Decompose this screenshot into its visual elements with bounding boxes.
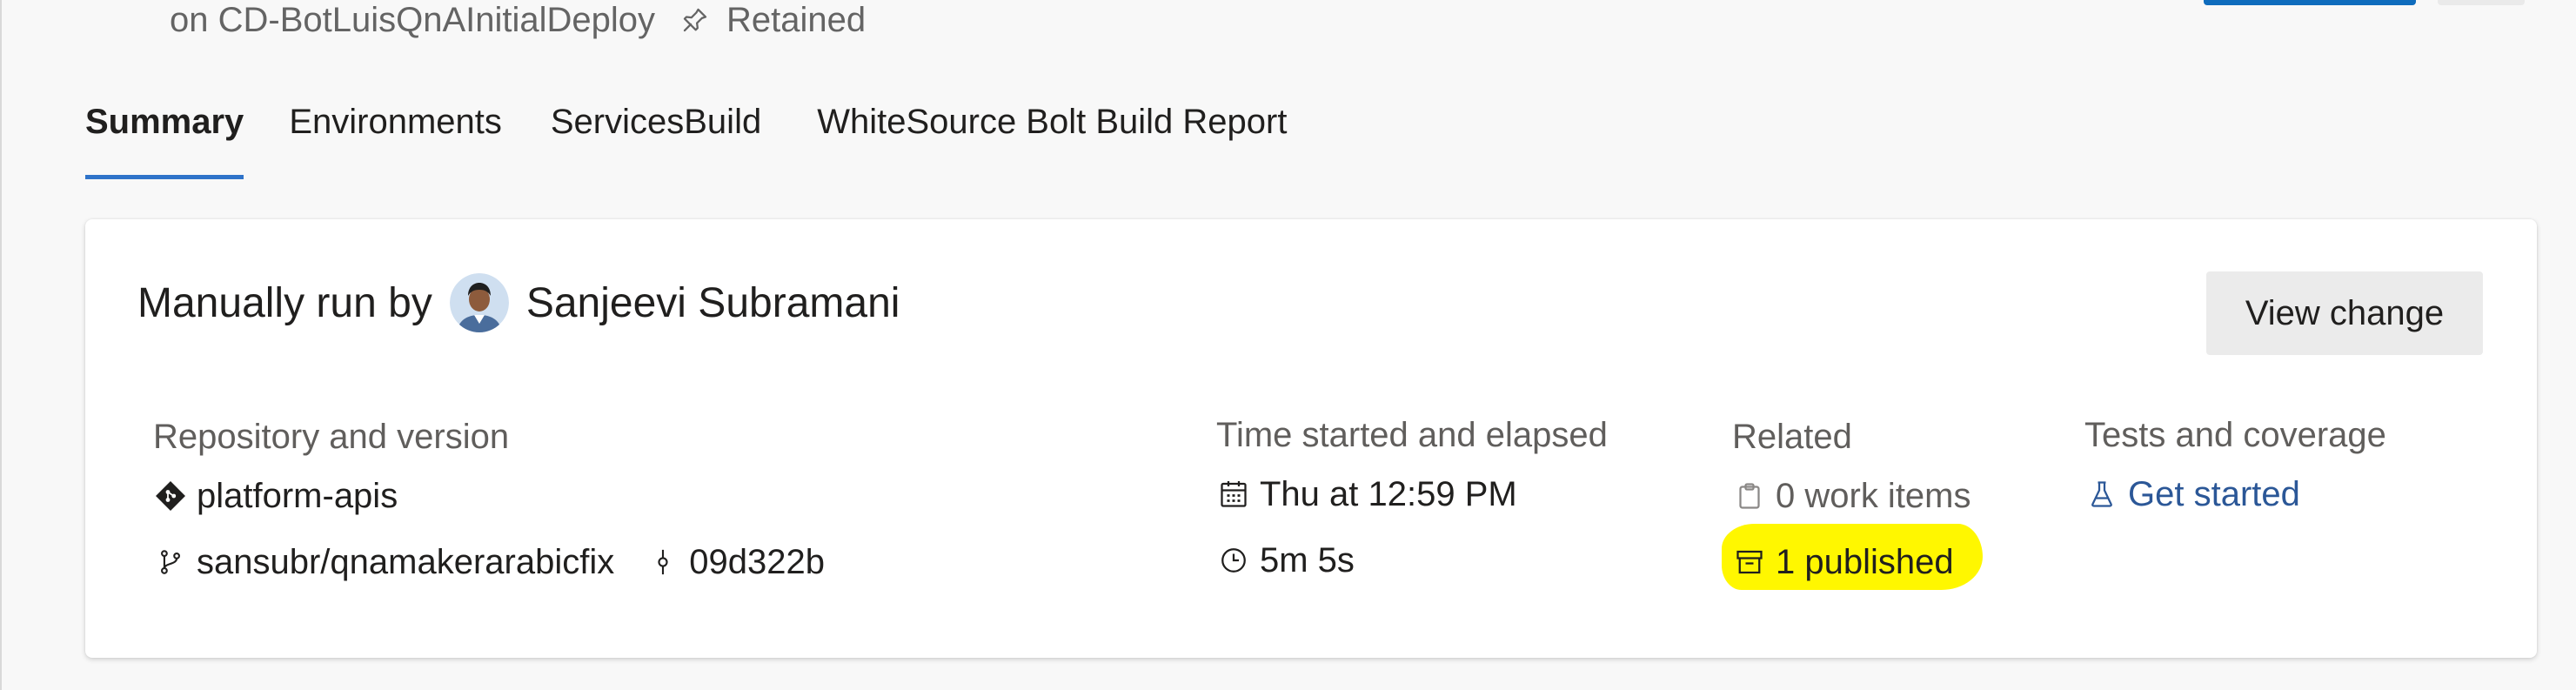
run-by-user-name[interactable]: Sanjeevi Subramani (526, 279, 900, 327)
get-started-row[interactable]: Get started (2084, 461, 2386, 527)
repository-column: Repository and version platform-apis san… (153, 411, 825, 595)
flask-icon (2084, 477, 2119, 512)
time-started: Thu at 12:59 PM (1260, 474, 1517, 513)
git-repo-icon (153, 479, 188, 513)
tests-column: Tests and coverage Get started (2084, 409, 2386, 527)
commit-hash[interactable]: 09d322b (689, 543, 825, 582)
repository-row: platform-apis (153, 463, 825, 529)
pipeline-name: on CD-BotLuisQnAInitialDeploy (170, 0, 656, 39)
clipboard-icon (1732, 479, 1767, 513)
avatar[interactable] (449, 273, 509, 332)
work-items-row: 0 work items (1732, 463, 1971, 529)
tab-environments[interactable]: Environments (289, 87, 502, 157)
retained-label: Retained (726, 0, 866, 39)
time-elapsed-row: 5m 5s (1216, 527, 1608, 593)
run-by-line: Manually run by Sanjeevi Subramani (137, 270, 900, 336)
get-started-link[interactable]: Get started (2128, 475, 2300, 514)
run-pipeline-button[interactable] (2204, 0, 2416, 5)
published-row: 1 published (1722, 524, 1983, 595)
published-artifacts[interactable]: 1 published (1776, 543, 1954, 582)
branch-icon (153, 545, 188, 579)
work-items-count[interactable]: 0 work items (1776, 477, 1971, 516)
repository-label: Repository and version (153, 417, 510, 456)
left-edge-divider (0, 0, 2, 690)
time-label: Time started and elapsed (1216, 415, 1608, 454)
related-label: Related (1732, 417, 1852, 456)
tab-summary[interactable]: Summary (85, 87, 244, 179)
time-started-row: Thu at 12:59 PM (1216, 461, 1608, 527)
run-by-prefix: Manually run by (137, 279, 432, 326)
repository-name[interactable]: platform-apis (197, 477, 398, 516)
branch-commit-row: sansubr/qnamakerarabicfix 09d322b (153, 529, 825, 595)
branch-name[interactable]: sansubr/qnamakerarabicfix (197, 543, 614, 582)
tests-label: Tests and coverage (2084, 415, 2386, 454)
run-summary-card: Manually run by Sanjeevi Subramani View … (85, 219, 2537, 658)
related-column: Related 0 work items 1 published (1722, 411, 1983, 595)
view-change-button[interactable]: View change (2206, 271, 2483, 355)
calendar-icon (1216, 477, 1251, 512)
time-elapsed: 5m 5s (1260, 540, 1355, 579)
pin-icon (678, 3, 713, 37)
run-subtitle: on CD-BotLuisQnAInitialDeploy Retained (170, 0, 866, 40)
clock-icon (1216, 543, 1251, 578)
tab-whitesource-bolt-build-report[interactable]: WhiteSource Bolt Build Report (817, 87, 1287, 157)
time-column: Time started and elapsed Thu at 12:59 PM… (1216, 409, 1608, 593)
artifact-icon (1732, 545, 1767, 579)
tab-bar: Summary Environments ServicesBuild White… (85, 87, 1287, 183)
commit-icon (646, 545, 680, 579)
more-actions-button[interactable] (2438, 0, 2525, 5)
tab-servicesbuild[interactable]: ServicesBuild (551, 87, 761, 157)
